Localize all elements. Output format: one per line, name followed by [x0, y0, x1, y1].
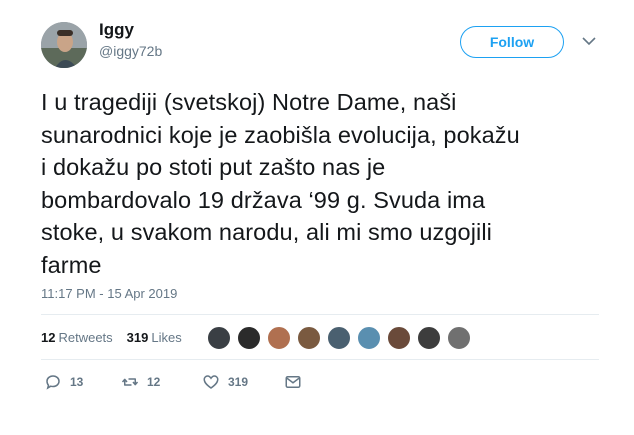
liker-avatar[interactable]: [327, 326, 351, 350]
retweets-stat[interactable]: 12 Retweets: [41, 330, 113, 345]
reply-count: 13: [70, 375, 84, 389]
retweets-label: Retweets: [58, 329, 113, 345]
liker-avatar[interactable]: [387, 326, 411, 350]
liker-avatar[interactable]: [357, 326, 381, 350]
chevron-down-icon[interactable]: [582, 36, 596, 46]
message-button[interactable]: [284, 373, 302, 391]
like-count: 319: [228, 375, 249, 389]
divider: [41, 359, 599, 360]
likes-stat[interactable]: 319 Likes: [127, 330, 182, 345]
likers-list: [207, 326, 477, 350]
like-button[interactable]: 319: [202, 373, 248, 391]
liker-avatar[interactable]: [417, 326, 441, 350]
liker-avatar[interactable]: [447, 326, 471, 350]
likes-label: Likes: [151, 329, 182, 345]
avatar[interactable]: [41, 22, 87, 68]
retweet-count: 12: [147, 375, 161, 389]
reply-button[interactable]: 13: [44, 373, 83, 391]
retweet-icon: [121, 378, 139, 386]
user-handle[interactable]: @iggy72b: [99, 43, 162, 59]
retweet-button[interactable]: 12: [121, 373, 160, 391]
retweets-count: 12: [41, 329, 56, 345]
divider: [41, 314, 599, 315]
reply-icon: [46, 375, 60, 390]
like-icon: [203, 375, 219, 389]
avatar-image: [41, 22, 87, 68]
liker-avatar[interactable]: [297, 326, 321, 350]
liker-avatar[interactable]: [237, 326, 261, 350]
liker-avatar[interactable]: [207, 326, 231, 350]
follow-button[interactable]: Follow: [460, 26, 564, 58]
tweet-stats: 12 Retweets 319 Likes: [41, 326, 196, 348]
liker-avatar[interactable]: [267, 326, 291, 350]
message-icon: [285, 376, 301, 388]
tweet-timestamp[interactable]: 11:17 PM - 15 Apr 2019: [41, 286, 177, 301]
likes-count: 319: [126, 329, 149, 345]
user-name[interactable]: Iggy: [99, 20, 134, 40]
tweet-text: I u tragediji (svetskoj) Notre Dame, naš…: [41, 89, 520, 278]
